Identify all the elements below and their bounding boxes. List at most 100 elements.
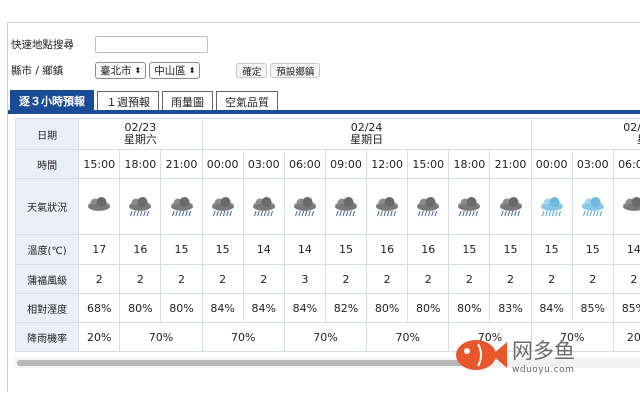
date-row: 日期 02/23 星期六 02/24 星期日 02/2 星 — [15, 118, 640, 150]
row-header-wind: 蒲福風級 — [15, 264, 80, 294]
weather-row: 天氣狀況 — [15, 178, 640, 235]
select-arrows-icon: ⬍ — [188, 65, 196, 75]
weather-cell — [612, 178, 640, 235]
humidity-row: 相對溼度 68% 80% 80% 84% 84% 84% 82% 80% 80% 80% 83% 84… — [15, 293, 640, 323]
temperature-cell: 14 — [283, 234, 326, 265]
tab-3hour-forecast[interactable]: 逐３小時預報 — [10, 90, 94, 111]
wind-cell: 2 — [612, 264, 640, 294]
wind-cell: 2 — [366, 264, 409, 294]
wind-cell: 2 — [78, 264, 121, 294]
weather-cell — [448, 178, 491, 235]
cloudy-icon — [88, 196, 111, 211]
rain-probability-cell: 70% — [366, 322, 450, 352]
rain-probability-cell: 20 — [612, 322, 640, 352]
forecast-table-container: 日期 02/23 星期六 02/24 星期日 02/2 星 時間 15:0018… — [15, 118, 640, 356]
quick-search-row: 快速地點搜尋 — [11, 36, 208, 53]
date-cell: 02/2 星 — [530, 118, 640, 150]
cloudy-icon — [622, 196, 640, 211]
temperature-cell: 15 — [489, 234, 532, 265]
weekday-text: 星期六 — [123, 133, 157, 146]
time-cell: 00:00 — [530, 149, 573, 179]
time-cell: 12:00 — [366, 149, 409, 179]
rain-probability-cell: 70% — [119, 322, 203, 352]
default-district-button[interactable]: 預設鄉鎮 — [270, 63, 321, 78]
wind-cell: 2 — [201, 264, 244, 294]
wind-cell: 3 — [283, 264, 326, 294]
weather-cell — [571, 178, 614, 235]
time-cell: 15:00 — [407, 149, 450, 179]
time-cell: 18:00 — [119, 149, 162, 179]
weekday-text: 星期日 — [350, 133, 384, 146]
humidity-cell: 83% — [489, 293, 532, 323]
humidity-cell: 80% — [119, 293, 162, 323]
time-cell: 15:00 — [78, 149, 121, 179]
city-district-row: 縣市 / 鄉鎮 臺北市 ⬍ 中山區 ⬍ 確定 預設鄉鎮 — [11, 62, 323, 79]
rain-icon — [417, 196, 440, 216]
date-text: 02/2 — [623, 121, 640, 134]
wind-cell: 2 — [160, 264, 203, 294]
humidity-cell: 80% — [160, 293, 203, 323]
temperature-cell: 15 — [201, 234, 244, 265]
rain-icon — [335, 196, 358, 216]
quick-search-label: 快速地點搜尋 — [11, 39, 74, 51]
rain-icon — [458, 196, 481, 216]
wind-cell: 2 — [571, 264, 614, 294]
weather-cell — [366, 178, 409, 235]
rain-probability-cell: 70% — [283, 322, 368, 352]
row-header-rain-probability: 降雨機率 — [15, 322, 80, 352]
row-header-time: 時間 — [15, 149, 80, 179]
temperature-cell: 16 — [119, 234, 162, 265]
row-header-weather: 天氣狀況 — [15, 178, 80, 235]
wind-cell: 2 — [119, 264, 162, 294]
tab-weekly-forecast[interactable]: １週預報 — [97, 91, 159, 111]
wind-cell: 2 — [407, 264, 450, 294]
date-cell: 02/24 星期日 — [201, 118, 532, 150]
weather-cell — [407, 178, 450, 235]
row-header-humidity: 相對溼度 — [15, 293, 80, 323]
time-cell: 18:00 — [448, 149, 491, 179]
humidity-cell: 84% — [530, 293, 573, 323]
time-cell: 06:00 — [612, 149, 640, 179]
rain-probability-cell: 70% — [201, 322, 285, 352]
rain-icon — [129, 196, 152, 216]
fish-logo-icon — [456, 340, 507, 370]
wind-row: 蒲福風級 22222322222222 — [15, 264, 640, 294]
temperature-cell: 15 — [160, 234, 203, 265]
watermark-url: wduoyu.com — [512, 365, 575, 375]
temperature-cell: 15 — [448, 234, 491, 265]
wind-cell: 2 — [324, 264, 368, 294]
weather-cell — [201, 178, 244, 235]
weather-cell — [283, 178, 326, 235]
humidity-cell: 84% — [201, 293, 244, 323]
scrollbar-thumb[interactable] — [17, 360, 487, 366]
time-cell: 03:00 — [242, 149, 285, 179]
humidity-cell: 85% — [571, 293, 614, 323]
time-cell: 21:00 — [489, 149, 532, 179]
quick-search-input[interactable] — [95, 36, 208, 53]
time-cell: 06:00 — [283, 149, 326, 179]
humidity-cell: 82% — [324, 293, 368, 323]
time-cell: 09:00 — [324, 149, 368, 179]
forecast-table: 日期 02/23 星期六 02/24 星期日 02/2 星 時間 15:0018… — [15, 118, 640, 352]
district-select[interactable]: 中山區 ⬍ — [149, 62, 201, 79]
temperature-cell: 17 — [78, 234, 121, 265]
tab-rainfall-map[interactable]: 雨量圖 — [162, 91, 213, 111]
weather-cell — [78, 178, 121, 235]
city-select-value: 臺北市 — [100, 65, 132, 77]
temperature-cell: 15 — [571, 234, 614, 265]
temperature-cell: 15 — [530, 234, 573, 265]
forecast-tabs: 逐３小時預報 １週預報 雨量圖 空氣品質 — [10, 90, 281, 111]
tab-air-quality[interactable]: 空氣品質 — [216, 91, 278, 111]
tab-underline — [8, 110, 640, 114]
rain-icon — [293, 196, 316, 216]
humidity-cell: 84% — [283, 293, 326, 323]
rain-icon — [211, 196, 234, 216]
rain-probability-cell: 20% — [78, 322, 121, 352]
rain-icon — [499, 196, 522, 216]
wind-cell: 2 — [489, 264, 532, 294]
city-select[interactable]: 臺北市 ⬍ — [95, 62, 147, 79]
weather-cell — [160, 178, 203, 235]
weather-cell — [530, 178, 573, 235]
confirm-button[interactable]: 確定 — [236, 63, 268, 78]
rain-icon — [252, 196, 275, 216]
